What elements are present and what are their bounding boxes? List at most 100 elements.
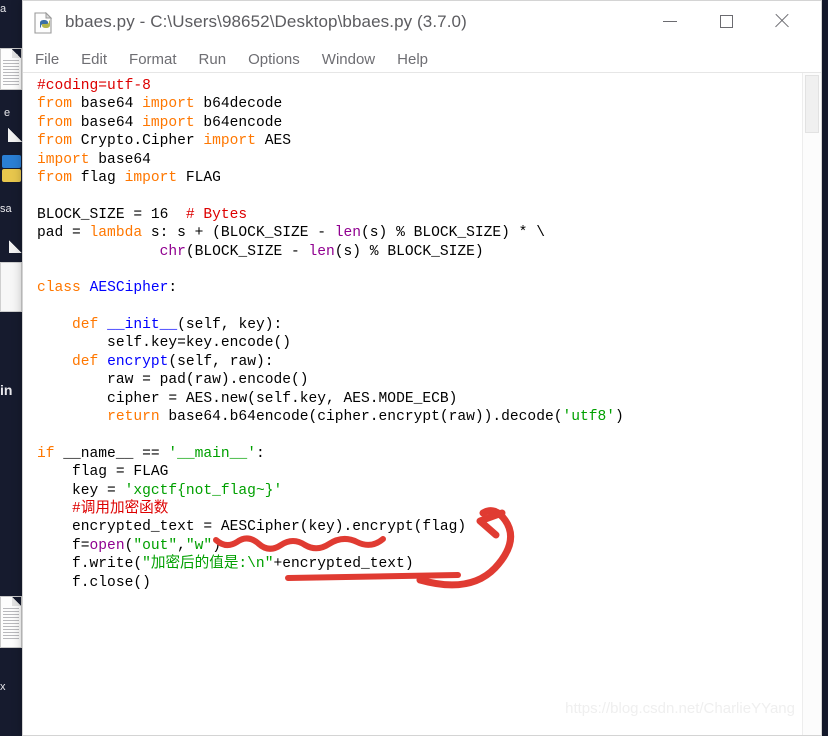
- code-token: from: [37, 114, 73, 131]
- code-line: key = 'xgctf{not_flag~}': [37, 482, 799, 500]
- editor-area[interactable]: #coding=utf-8 from base64 import b64decod…: [23, 73, 821, 735]
- code-token: s: s + (BLOCK_SIZE -: [142, 225, 335, 242]
- code-line: pad = lambda s: s + (BLOCK_SIZE - len(s)…: [37, 224, 799, 242]
- code-token: f.write(: [37, 556, 143, 573]
- code-token: (self, raw):: [168, 353, 274, 370]
- page-fold-icon: [8, 128, 22, 142]
- page-fold-icon: [12, 597, 21, 606]
- code-line: def __init__(self, key):: [37, 316, 799, 334]
- code-token: "out": [133, 537, 178, 554]
- code-line: from Crypto.Cipher import AES: [37, 132, 799, 150]
- code-token: "加密后的值是:\n": [142, 556, 274, 573]
- close-button[interactable]: [759, 1, 805, 41]
- code-token: +encrypted_text): [273, 556, 414, 573]
- code-token: BLOCK_SIZE = 16: [37, 206, 186, 223]
- desktop-background-strip: a e sa in x: [0, 0, 22, 736]
- code-token: import: [142, 114, 195, 131]
- code-token: ): [212, 537, 221, 554]
- code-token: base64: [72, 114, 143, 131]
- code-token: from: [37, 96, 73, 113]
- code-line: raw = pad(raw).encode(): [37, 371, 799, 389]
- code-token: class: [37, 280, 81, 297]
- desktop-document-thumbnail: [0, 48, 22, 90]
- code-token: f=: [37, 537, 90, 554]
- menu-item-window[interactable]: Window: [322, 51, 375, 68]
- code-token: base64: [72, 96, 143, 113]
- document-lines: [3, 60, 19, 87]
- minimize-button[interactable]: [647, 1, 693, 41]
- desktop-folder-icon: [2, 169, 21, 182]
- code-line: f.write("加密后的值是:\n"+encrypted_text): [37, 555, 799, 573]
- desktop-document-thumbnail: [0, 596, 22, 648]
- code-token: len: [334, 225, 362, 242]
- minimize-icon: [663, 20, 677, 22]
- code-token: import: [37, 151, 90, 168]
- code-token: len: [308, 243, 335, 260]
- code-token: f.close(): [37, 574, 151, 591]
- code-line: encrypted_text = AESCipher(key).encrypt(…: [37, 518, 799, 536]
- code-line: cipher = AES.new(self.key, AES.MODE_ECB): [37, 390, 799, 408]
- code-token: "w": [185, 537, 213, 554]
- page-fold-icon: [12, 49, 21, 58]
- code-line: return base64.b64encode(cipher.encrypt(r…: [37, 408, 799, 426]
- scrollbar-thumb[interactable]: [805, 75, 819, 133]
- code-token: encrypt: [107, 353, 169, 370]
- code-token: import: [203, 133, 256, 150]
- close-icon: [774, 13, 790, 29]
- code-line: self.key=key.encode(): [37, 334, 799, 352]
- code-token: __name__ ==: [54, 445, 169, 462]
- source-code-text[interactable]: #coding=utf-8 from base64 import b64decod…: [37, 77, 799, 735]
- code-token: open: [89, 537, 125, 554]
- code-token: 'utf8': [562, 409, 616, 426]
- code-line: from base64 import b64encode: [37, 114, 799, 132]
- code-token: (BLOCK_SIZE -: [185, 243, 309, 260]
- code-token: (self, key):: [177, 317, 283, 334]
- code-token: AESCipher: [89, 280, 169, 297]
- menu-item-run[interactable]: Run: [199, 51, 227, 68]
- document-lines: [3, 267, 19, 309]
- code-line: BLOCK_SIZE = 16 # Bytes: [37, 206, 799, 224]
- maximize-button[interactable]: [703, 1, 749, 41]
- menu-item-format[interactable]: Format: [129, 51, 177, 68]
- title-bar[interactable]: bbaes.py - C:\Users\98652\Desktop\bbaes.…: [23, 1, 821, 46]
- code-token: chr: [159, 243, 186, 260]
- menu-item-help[interactable]: Help: [397, 51, 428, 68]
- code-token: from: [37, 169, 73, 186]
- desktop-fragment-label: sa: [0, 203, 12, 215]
- menu-item-file[interactable]: File: [35, 51, 59, 68]
- code-token: Crypto.Cipher: [72, 133, 204, 150]
- menu-item-options[interactable]: Options: [248, 51, 300, 68]
- code-line: from base64 import b64decode: [37, 95, 799, 113]
- code-token: from: [37, 133, 73, 150]
- code-line: from flag import FLAG: [37, 169, 799, 187]
- code-token: raw = pad(raw).encode(): [37, 372, 309, 389]
- vertical-scrollbar[interactable]: [802, 73, 821, 735]
- code-token: import: [124, 169, 178, 186]
- code-token: return: [107, 409, 160, 426]
- code-token: #coding=utf-8: [37, 78, 151, 94]
- menu-item-edit[interactable]: Edit: [81, 51, 107, 68]
- code-token: cipher = AES.new(self.key, AES.MODE_ECB): [37, 390, 458, 407]
- code-token: pad =: [37, 225, 90, 242]
- idle-editor-window: bbaes.py - C:\Users\98652\Desktop\bbaes.…: [22, 0, 822, 736]
- desktop-window-fragment: [0, 262, 22, 312]
- code-token: lambda: [89, 225, 143, 242]
- desktop-fragment-label: e: [4, 107, 11, 119]
- code-token: base64.b64encode(cipher.encrypt(raw)).de…: [159, 409, 563, 426]
- code-token: import: [142, 96, 195, 113]
- code-token: 'xgctf{not_flag~}': [124, 482, 283, 499]
- code-token: '__main__': [168, 445, 256, 462]
- desktop-folder-icon: [2, 155, 21, 168]
- code-line: def encrypt(self, raw):: [37, 353, 799, 371]
- code-token: ): [615, 409, 624, 426]
- code-line: #调用加密函数: [37, 500, 799, 518]
- python-file-icon: [34, 12, 53, 34]
- code-token: # Bytes: [185, 206, 248, 223]
